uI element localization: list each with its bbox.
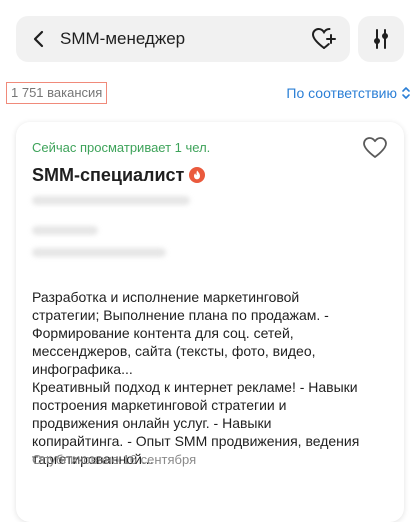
sort-label: По соответствию xyxy=(286,85,397,101)
top-bar: SMM-менеджер xyxy=(0,0,420,72)
chevron-left-icon[interactable] xyxy=(29,29,49,49)
blurred-salary xyxy=(32,196,190,205)
blurred-company xyxy=(32,226,98,235)
viewing-status: Сейчас просматривает 1 чел. xyxy=(32,140,211,155)
vacancy-title-row: SMM-специалист xyxy=(32,164,206,186)
search-field[interactable]: SMM-менеджер xyxy=(16,16,350,62)
chevron-up-down-icon xyxy=(402,87,410,99)
search-query[interactable]: SMM-менеджер xyxy=(60,29,185,49)
fire-icon xyxy=(189,167,206,183)
results-count: 1 751 вакансия xyxy=(6,82,108,104)
heart-outline-icon[interactable] xyxy=(362,136,388,160)
heart-plus-icon[interactable] xyxy=(310,26,338,52)
vacancy-title[interactable]: SMM-специалист xyxy=(32,164,184,186)
published-date: Опубликовано 16 сентября xyxy=(32,452,197,467)
vacancy-card[interactable]: Сейчас просматривает 1 чел. SMM-специали… xyxy=(16,122,404,522)
sort-selector[interactable]: По соответствию xyxy=(286,84,411,102)
blurred-location xyxy=(32,248,166,257)
sliders-icon xyxy=(374,29,388,49)
vacancy-description: Разработка и исполнение маркетинговой ст… xyxy=(32,289,360,467)
filter-button[interactable] xyxy=(358,16,404,62)
